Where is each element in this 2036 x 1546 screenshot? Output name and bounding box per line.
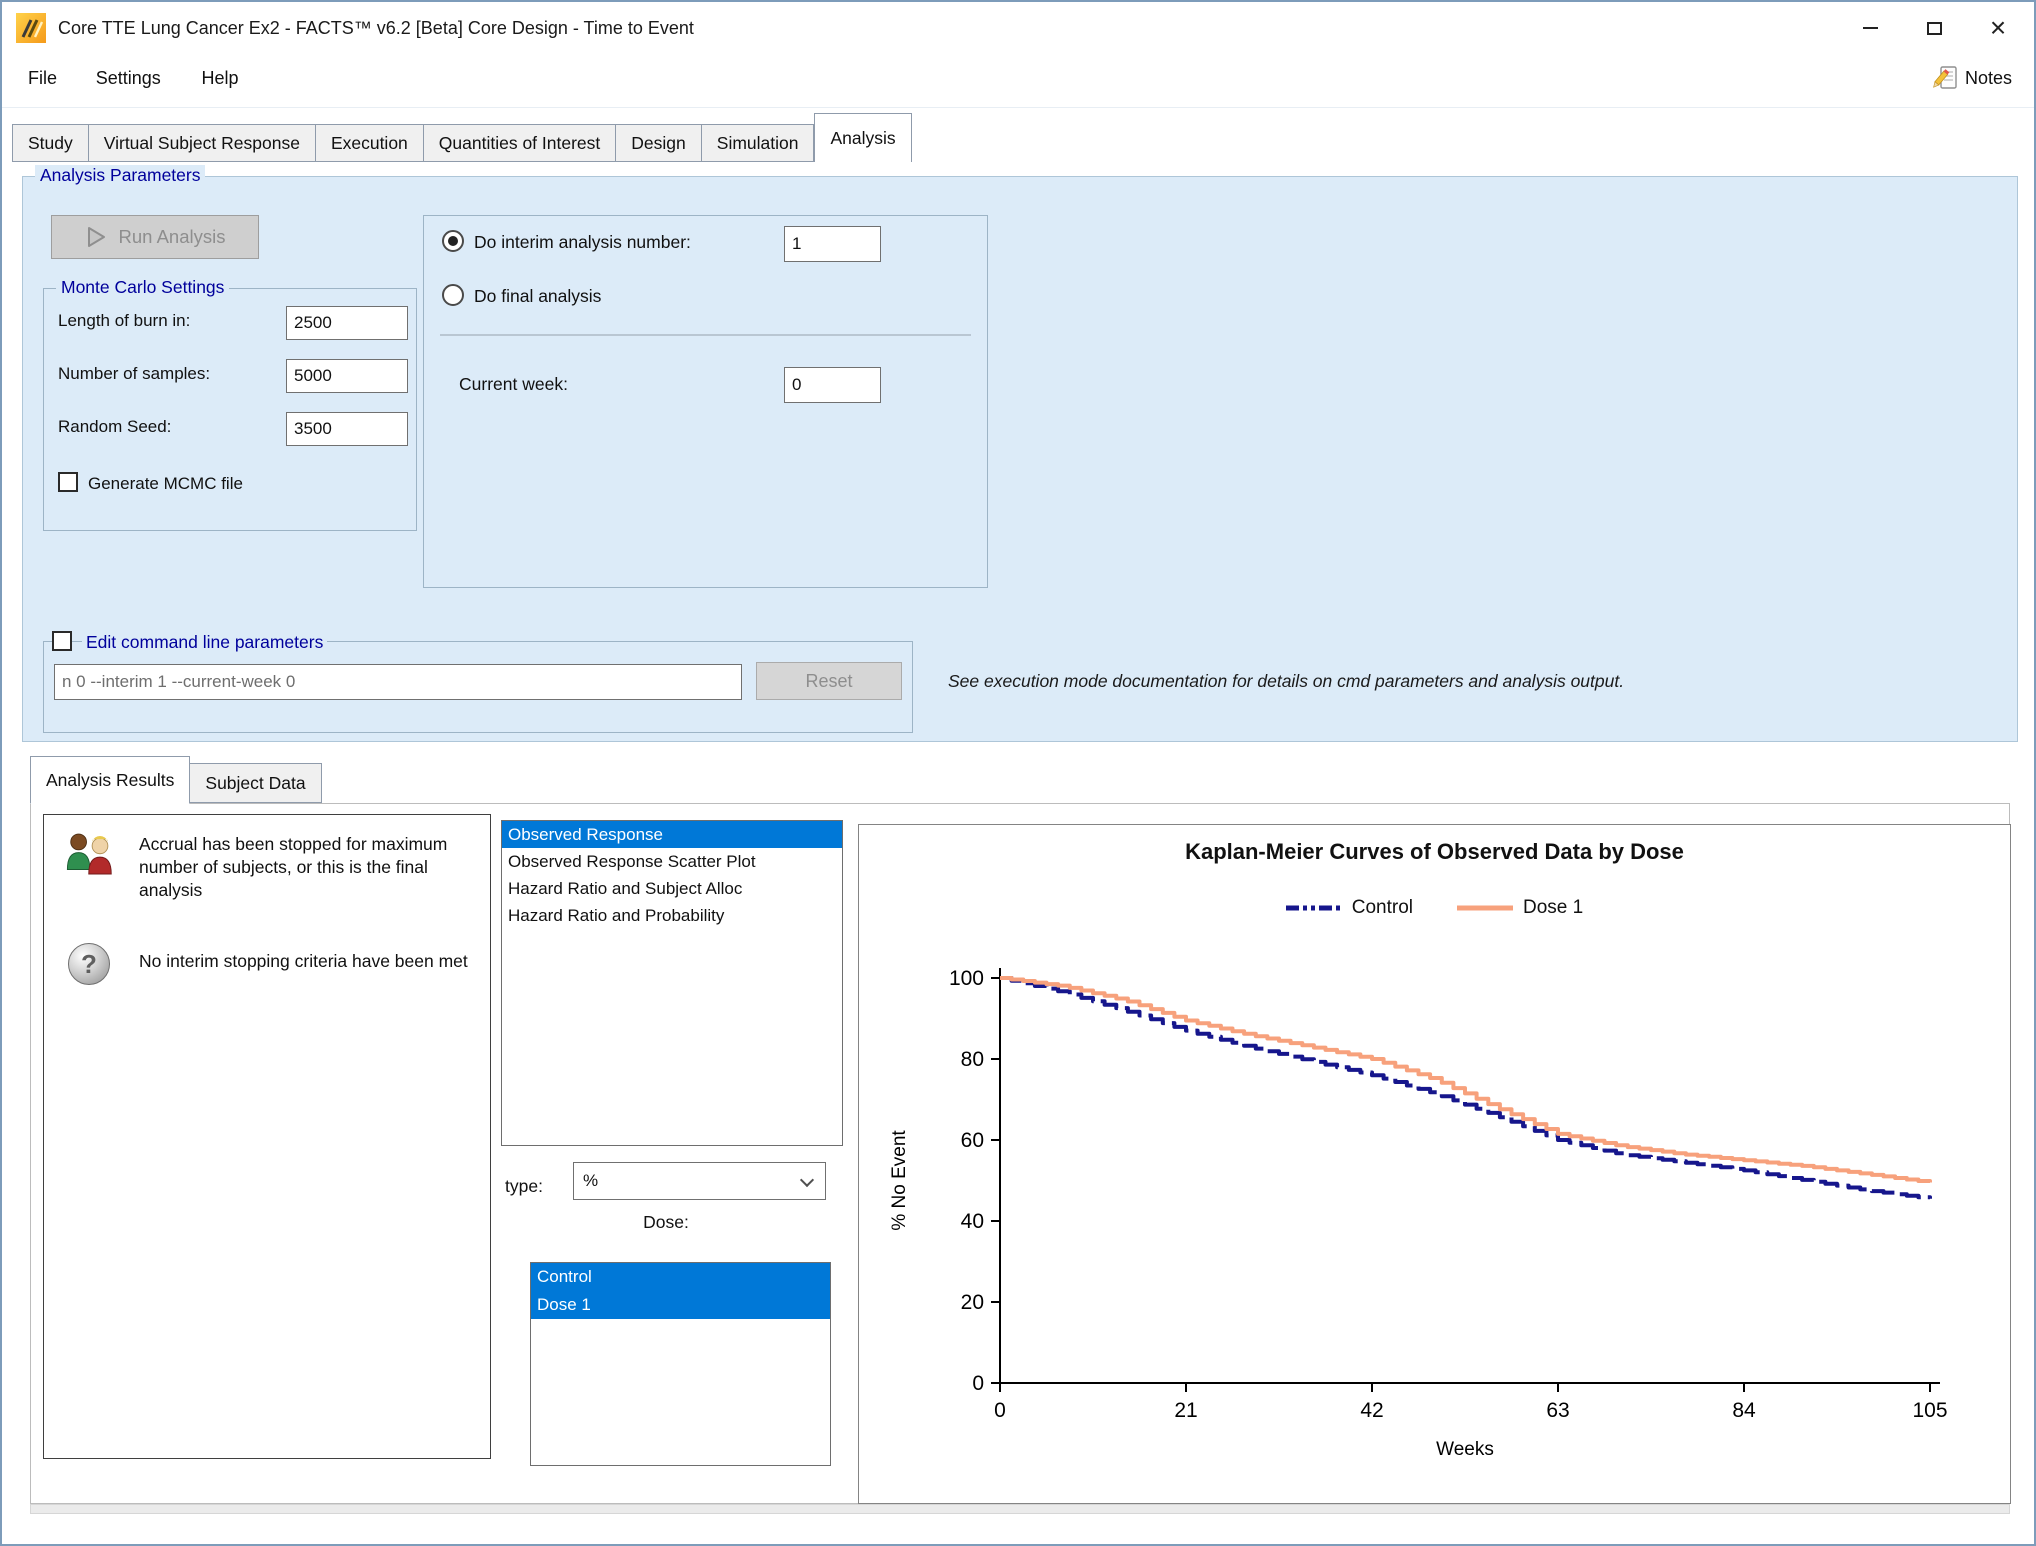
burn-in-input[interactable] <box>286 306 408 340</box>
y-tick-label: 60 <box>961 1129 984 1152</box>
y-tick-label: 40 <box>961 1210 984 1233</box>
km-chart-panel: Kaplan-Meier Curves of Observed Data by … <box>858 824 2011 1504</box>
main-tab-strip: Study Virtual Subject Response Execution… <box>12 110 2024 162</box>
minimize-icon <box>1863 27 1878 29</box>
run-analysis-label: Run Analysis <box>119 226 226 248</box>
tab-design[interactable]: Design <box>616 124 701 162</box>
generate-mcmc-checkbox[interactable] <box>58 472 78 492</box>
two-subjects-icon <box>64 831 118 881</box>
tab-execution[interactable]: Execution <box>316 124 424 162</box>
close-icon: × <box>1990 14 2006 42</box>
y-axis-title: % No Event <box>889 1130 910 1231</box>
notes-button[interactable]: Notes <box>1931 64 2012 92</box>
x-tick-label: 42 <box>1360 1399 1383 1422</box>
current-week-label: Current week: <box>459 374 568 395</box>
minimize-button[interactable] <box>1838 2 1902 54</box>
notepad-pencil-icon <box>1931 64 1959 92</box>
menu-file[interactable]: File <box>28 68 57 89</box>
results-tab-strip: Analysis Results Subject Data <box>30 756 322 803</box>
samples-label: Number of samples: <box>58 364 210 384</box>
list-item-hazard-ratio-probability[interactable]: Hazard Ratio and Probability <box>502 902 842 929</box>
maximize-button[interactable] <box>1902 2 1966 54</box>
menu-bar: File Settings Help Notes <box>2 54 2034 108</box>
reset-button[interactable]: Reset <box>756 662 902 700</box>
x-tick-label: 105 <box>1912 1399 1947 1422</box>
cmd-hint-text: See execution mode documentation for det… <box>948 671 1624 692</box>
run-analysis-button[interactable]: Run Analysis <box>51 215 259 259</box>
dose-item-dose1[interactable]: Dose 1 <box>531 1291 830 1319</box>
tab-simulation[interactable]: Simulation <box>702 124 815 162</box>
list-item-observed-response[interactable]: Observed Response <box>502 821 842 848</box>
tab-quantities-of-interest[interactable]: Quantities of Interest <box>424 124 616 162</box>
title-bar: Core TTE Lung Cancer Ex2 - FACTS™ v6.2 [… <box>2 2 2034 54</box>
facts-app-icon <box>16 13 46 43</box>
mode-separator <box>440 334 971 336</box>
cmd-line-input[interactable] <box>54 664 742 700</box>
results-panel: Accrual has been stopped for maximum num… <box>30 803 2010 1504</box>
type-value: % <box>583 1171 598 1190</box>
dose-label: Dose: <box>591 1212 741 1233</box>
interim-analysis-label: Do interim analysis number: <box>474 232 691 253</box>
facts-logo-icon <box>16 13 46 43</box>
chevron-down-icon <box>800 1173 814 1187</box>
stopping-criteria-message: No interim stopping criteria have been m… <box>139 950 474 973</box>
x-tick-label: 63 <box>1546 1399 1569 1422</box>
window-title: Core TTE Lung Cancer Ex2 - FACTS™ v6.2 [… <box>58 2 694 54</box>
tab-virtual-subject-response[interactable]: Virtual Subject Response <box>89 124 316 162</box>
analysis-mode-groupbox: Do interim analysis number: Do final ana… <box>423 215 988 588</box>
tab-study[interactable]: Study <box>12 124 89 162</box>
x-tick-label: 21 <box>1174 1399 1197 1422</box>
final-analysis-radio[interactable] <box>442 284 464 306</box>
maximize-icon <box>1927 22 1942 35</box>
cmd-parameters-groupbox: Edit command line parameters Reset <box>43 641 913 733</box>
final-analysis-label: Do final analysis <box>474 286 601 307</box>
reset-label: Reset <box>805 671 852 692</box>
x-axis-title: Weeks <box>1436 1439 1494 1460</box>
tab-analysis-results[interactable]: Analysis Results <box>30 756 190 804</box>
menu-help[interactable]: Help <box>202 68 239 89</box>
y-tick-label: 100 <box>949 967 984 990</box>
results-bottom-edge <box>30 1504 2010 1514</box>
y-tick-label: 20 <box>961 1291 984 1314</box>
seed-input[interactable] <box>286 412 408 446</box>
burn-in-label: Length of burn in: <box>58 311 190 331</box>
km-curve-dose-1 <box>1000 978 1930 1183</box>
question-sphere-icon: ? <box>68 943 110 985</box>
tab-analysis[interactable]: Analysis <box>814 113 911 162</box>
type-dropdown[interactable]: % <box>573 1162 826 1200</box>
window-controls: × <box>1838 2 2030 54</box>
generate-mcmc-label: Generate MCMC file <box>88 474 243 494</box>
monte-carlo-label: Monte Carlo Settings <box>56 277 229 298</box>
tab-subject-data[interactable]: Subject Data <box>190 763 321 803</box>
seed-label: Random Seed: <box>58 417 171 437</box>
km-chart-svg: 0 20 40 60 80 100 0 21 42 63 84 105 Weeks % No Event <box>859 825 2010 1503</box>
close-button[interactable]: × <box>1966 2 2030 54</box>
monte-carlo-groupbox: Monte Carlo Settings Length of burn in: … <box>43 288 417 531</box>
list-item-observed-response-scatter[interactable]: Observed Response Scatter Plot <box>502 848 842 875</box>
notes-label: Notes <box>1965 68 2012 89</box>
menu-settings[interactable]: Settings <box>96 68 161 89</box>
analysis-messages-panel: Accrual has been stopped for maximum num… <box>43 814 491 1459</box>
samples-input[interactable] <box>286 359 408 393</box>
accrual-message: Accrual has been stopped for maximum num… <box>139 833 474 902</box>
dose-listbox: Control Dose 1 <box>530 1262 831 1466</box>
result-plot-listbox: Observed Response Observed Response Scat… <box>501 820 843 1146</box>
x-tick-label: 0 <box>994 1399 1006 1422</box>
list-item-hazard-ratio-subject-alloc[interactable]: Hazard Ratio and Subject Alloc <box>502 875 842 902</box>
y-tick-label: 80 <box>961 1048 984 1071</box>
interim-analysis-radio[interactable] <box>442 230 464 252</box>
x-tick-label: 84 <box>1732 1399 1756 1422</box>
play-icon <box>85 226 107 248</box>
app-window: Core TTE Lung Cancer Ex2 - FACTS™ v6.2 [… <box>0 0 2036 1546</box>
interim-number-input[interactable] <box>784 226 881 262</box>
y-tick-label: 0 <box>972 1372 984 1395</box>
current-week-input[interactable] <box>784 367 881 403</box>
analysis-parameters-groupbox: Analysis Parameters Run Analysis Monte C… <box>22 176 2018 742</box>
edit-cmd-label: Edit command line parameters <box>82 632 327 653</box>
type-label: type: <box>505 1176 543 1197</box>
edit-cmd-checkbox[interactable] <box>52 631 72 651</box>
dose-item-control[interactable]: Control <box>531 1263 830 1291</box>
analysis-parameters-label: Analysis Parameters <box>35 165 205 186</box>
